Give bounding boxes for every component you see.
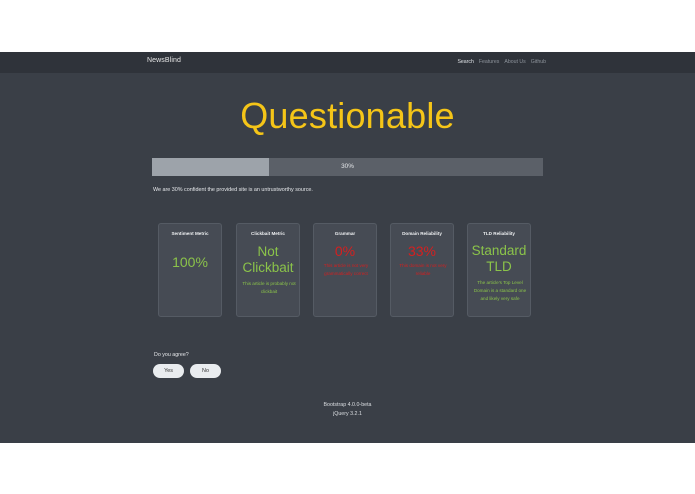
- nav-links: Search Features About Us Github: [457, 59, 546, 65]
- metric-card-domain-reliability: Domain Reliability 33% This domain is no…: [390, 223, 454, 317]
- metric-description: This article is not very grammatically c…: [323, 263, 369, 277]
- metric-value-line-1: Standard: [471, 243, 527, 258]
- metric-card-tld-reliability: TLD Reliability Standard TLD The article…: [467, 223, 531, 317]
- metric-value: 33%: [407, 243, 437, 259]
- metric-value: 0%: [334, 243, 356, 259]
- footer-jquery-version: jQuery 3.2.1: [333, 411, 362, 417]
- metric-description: This domain is not very reliable: [399, 263, 447, 277]
- nav-link-features[interactable]: Features: [479, 59, 499, 65]
- metric-value: Standard TLD: [468, 243, 530, 275]
- brand-link[interactable]: NewsBlind: [147, 57, 181, 64]
- metric-title: Grammar: [334, 231, 356, 236]
- no-button[interactable]: No: [190, 364, 221, 378]
- metric-title: TLD Reliability: [483, 231, 515, 236]
- metric-description: This article is probably not clickbait: [242, 281, 296, 295]
- metric-card-clickbait: Clickbait Metric Not Clickbait This arti…: [236, 223, 300, 317]
- metric-title: Sentiment Metric: [171, 231, 209, 236]
- nav-link-search[interactable]: Search: [457, 59, 473, 65]
- yes-button[interactable]: Yes: [153, 364, 184, 378]
- navbar: NewsBlind Search Features About Us Githu…: [0, 52, 695, 73]
- metric-description: The article's Top Level Domain is a stan…: [473, 280, 527, 302]
- confidence-progress-bar: 30%: [152, 158, 543, 176]
- app-window: NewsBlind Search Features About Us Githu…: [0, 52, 695, 443]
- metric-value: Not Clickbait: [237, 244, 299, 276]
- nav-link-about-us[interactable]: About Us: [504, 59, 525, 65]
- agree-question: Do you agree?: [154, 352, 189, 358]
- progress-bar-label: 30%: [341, 163, 354, 170]
- metric-title: Domain Reliability: [402, 231, 442, 236]
- metric-value-line-2: TLD: [486, 259, 512, 275]
- metric-card-grammar: Grammar 0% This article is not very gram…: [313, 223, 377, 317]
- verdict-heading: Questionable: [240, 95, 455, 136]
- footer-bootstrap-version: Bootstrap 4.0.0-beta: [323, 402, 372, 408]
- metric-value-line-1: Not: [257, 244, 279, 259]
- nav-link-github[interactable]: Github: [531, 59, 546, 65]
- metric-value-line-2: Clickbait: [242, 260, 294, 276]
- metric-title: Clickbait Metric: [251, 231, 285, 236]
- confidence-text: We are 30% confident the provided site i…: [153, 187, 313, 193]
- metric-value: 100%: [172, 254, 208, 270]
- metric-card-sentiment: Sentiment Metric 100%: [158, 223, 222, 317]
